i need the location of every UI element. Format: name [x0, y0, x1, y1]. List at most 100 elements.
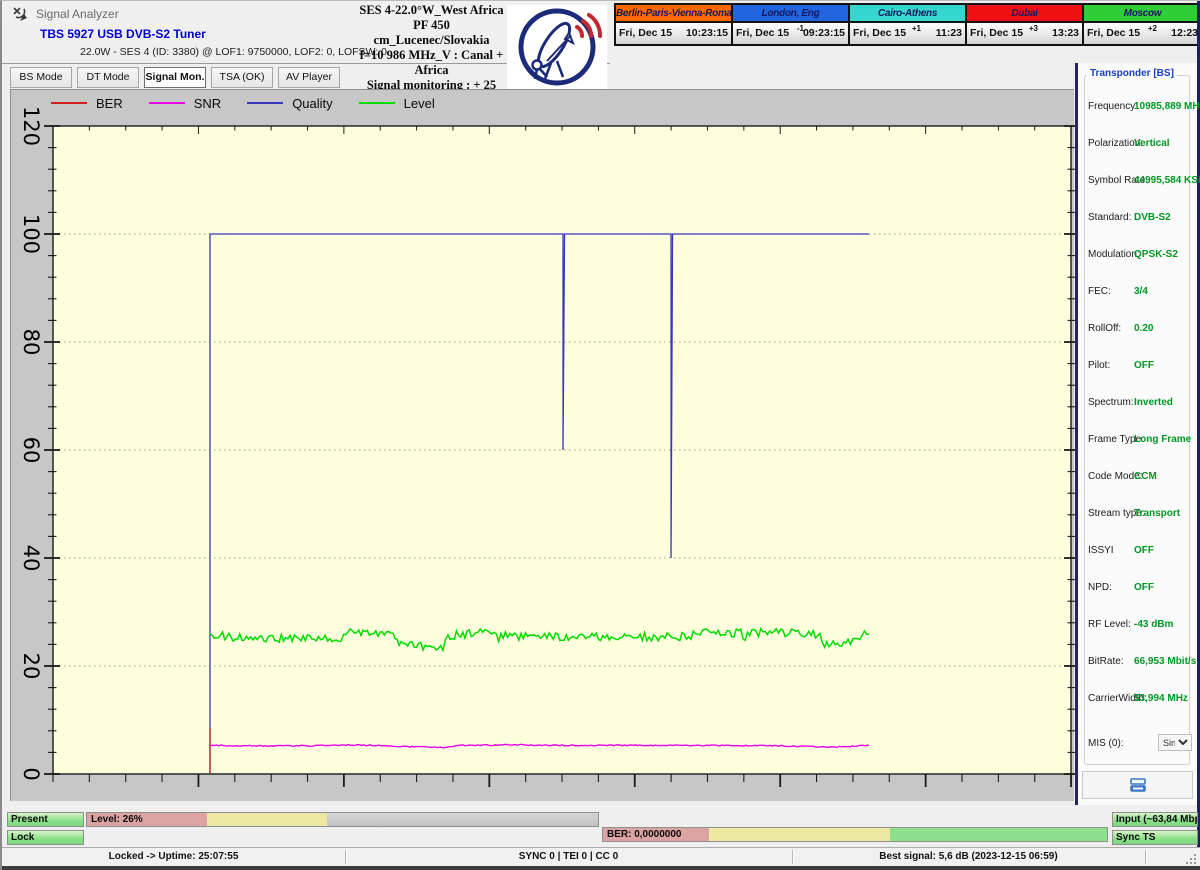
tab-signal-mon-[interactable]: Signal Mon. [144, 67, 206, 88]
tp-label-fec-: FEC: [1088, 286, 1111, 297]
legend-item-quality: Quality [247, 96, 332, 111]
uptime-status: Locked -> Uptime: 25:07:55 [2, 851, 345, 862]
tp-value: DVB-S2 [1134, 212, 1171, 223]
bar-segment [207, 813, 327, 826]
world-clocks: Berlin-Paris-Vienna-RomaFri, Dec 1510:23… [614, 3, 1200, 46]
signal-chart-panel: BER SNR Quality Level 0 20 40 60 80 100 120 [10, 89, 1074, 801]
legend-label: Level [404, 96, 435, 111]
clock-time-row: Fri, Dec 15+212:23 [1084, 23, 1200, 44]
clock-time-row: Fri, Dec 15 +3 13:23 [967, 23, 1082, 44]
ber-bar-label: BER: 0,0000000 [607, 829, 682, 840]
signal-chart: 0 20 40 60 80 100 120 [11, 90, 1075, 802]
mode-tabs: BS ModeDT ModeSignal Mon.TSA (OK)AV Play… [10, 67, 340, 88]
note-line: f=10 986 MHz_V : Canal + Africa [354, 48, 509, 78]
tp-value: 0.20 [1134, 323, 1153, 334]
legend-line-swatch [359, 102, 395, 104]
tab-bs-mode[interactable]: BS Mode [10, 67, 72, 88]
clock-utc-offset: +3 [1029, 24, 1038, 33]
transponder-title: Transponder [BS] [1087, 68, 1177, 79]
legend-item-ber: BER [51, 96, 123, 111]
tab-dt-mode[interactable]: DT Mode [77, 67, 139, 88]
clock-time: 09:23:15 [803, 27, 845, 39]
app-icon [12, 6, 28, 22]
svg-text:120: 120 [19, 106, 43, 146]
level-bar: Level: 26% [86, 812, 599, 827]
tp-value: Long Frame [1134, 434, 1191, 445]
clock-cairo-athens: Cairo-AthensFri, Dec 15+111:23 [850, 5, 967, 44]
clock-city-label: Moscow [1084, 5, 1200, 23]
mis-label: MIS (0): [1088, 738, 1124, 749]
clock-time-row: Fri, Dec 15 10:23:15 [616, 23, 731, 44]
legend-item-level: Level [359, 96, 435, 111]
sync-status: SYNC 0 | TEI 0 | CC 0 [345, 851, 792, 862]
tp-value: -43 dBm [1134, 619, 1173, 630]
clock-date: Fri, Dec 15 [853, 27, 906, 39]
chart-legend: BER SNR Quality Level [51, 94, 461, 112]
svg-text:100: 100 [19, 214, 43, 254]
clock-city-label: London, Eng [733, 5, 848, 23]
tp-value: OFF [1134, 360, 1154, 371]
clock-date: Fri, Dec 15 [1087, 27, 1140, 39]
signal-analyzer-window: Signal Analyzer TBS 5927 USB DVB-S2 Tune… [0, 0, 1200, 870]
clock-time: 12:23 [1171, 27, 1198, 39]
transponder-sidebar: Transponder [BS] Frequency:10985,889 MHz… [1078, 63, 1197, 805]
tp-label-rolloff-: RollOff: [1088, 323, 1121, 334]
statusbar-divider [1145, 850, 1146, 864]
clock-time: 13:23 [1052, 27, 1079, 39]
tp-label-spectrum-: Spectrum: [1088, 397, 1134, 408]
clock-time: 11:23 [936, 27, 962, 39]
legend-label: BER [96, 96, 123, 111]
svg-text:20: 20 [19, 653, 43, 680]
tp-label-bitrate-: BitRate: [1088, 656, 1124, 667]
disk-stack-icon [1129, 777, 1147, 793]
tp-value: Inverted [1134, 397, 1173, 408]
tp-value: 10985,889 MHz [1134, 101, 1200, 112]
note-line: SES 4-22.0°W_West Africa [354, 3, 509, 18]
legend-line-swatch [51, 102, 87, 104]
legend-label: SNR [194, 96, 221, 111]
tp-value: 44995,584 KS/s [1134, 175, 1200, 186]
tp-label-modulation-: Modulation: [1088, 249, 1140, 260]
sync-ts-badge: Sync TS [1112, 830, 1198, 845]
tp-value: Transport [1134, 508, 1180, 519]
legend-line-swatch [149, 102, 185, 104]
clock-berlin-paris-vienna-roma: Berlin-Paris-Vienna-RomaFri, Dec 1510:23… [616, 5, 733, 44]
legend-label: Quality [292, 96, 332, 111]
window-bottom-border [2, 866, 1200, 870]
clock-dubai: DubaiFri, Dec 15+313:23 [967, 5, 1084, 44]
status-bar: Locked -> Uptime: 25:07:55 SYNC 0 | TEI … [2, 847, 1200, 866]
level-bar-label: Level: 26% [91, 814, 143, 825]
tp-label-npd-: NPD: [1088, 582, 1112, 593]
tuner-name: TBS 5927 USB DVB-S2 Tuner [40, 27, 206, 41]
resize-grip[interactable] [1186, 854, 1196, 864]
clock-london-eng: London, EngFri, Dec 15-109:23:15 [733, 5, 850, 44]
bar-segment [890, 828, 1107, 841]
stream-capture-button[interactable] [1082, 771, 1193, 799]
tp-label-rf-level-: RF Level: [1088, 619, 1131, 630]
ber-bar: BER: 0,0000000 [602, 827, 1108, 842]
clock-time: 10:23:15 [686, 27, 728, 39]
legend-line-swatch [247, 102, 283, 104]
tp-value: 3/4 [1134, 286, 1148, 297]
present-badge: Present [7, 812, 84, 827]
tuner-details: 22.0W - SES 4 (ID: 3380) @ LOF1: 9750000… [80, 46, 387, 58]
tp-label-issyi: ISSYI [1088, 545, 1114, 556]
clock-date: Fri, Dec 15 [970, 27, 1023, 39]
clock-date: Fri, Dec 15 [619, 27, 672, 39]
bar-segment [709, 828, 890, 841]
tp-label-standard-: Standard: [1088, 212, 1131, 223]
svg-text:80: 80 [19, 329, 43, 356]
tp-value: QPSK-S2 [1134, 249, 1178, 260]
tp-value: OFF [1134, 582, 1154, 593]
svg-text:40: 40 [19, 545, 43, 572]
mis-select[interactable]: Single [1158, 734, 1192, 751]
input-badge: Input (~63,84 Mbps) [1112, 812, 1198, 827]
tab-tsa-ok-[interactable]: TSA (OK) [211, 67, 273, 88]
tab-av-player[interactable]: AV Player [278, 67, 340, 88]
svg-text:0: 0 [19, 767, 43, 780]
clock-city-label: Cairo-Athens [850, 5, 965, 23]
tp-value: 66,953 Mbit/s [1134, 656, 1196, 667]
tp-value: 53,994 MHz [1134, 693, 1188, 704]
svg-text:60: 60 [19, 437, 43, 464]
note-line: PF 450 cm_Lucenec/Slovakia [354, 18, 509, 48]
